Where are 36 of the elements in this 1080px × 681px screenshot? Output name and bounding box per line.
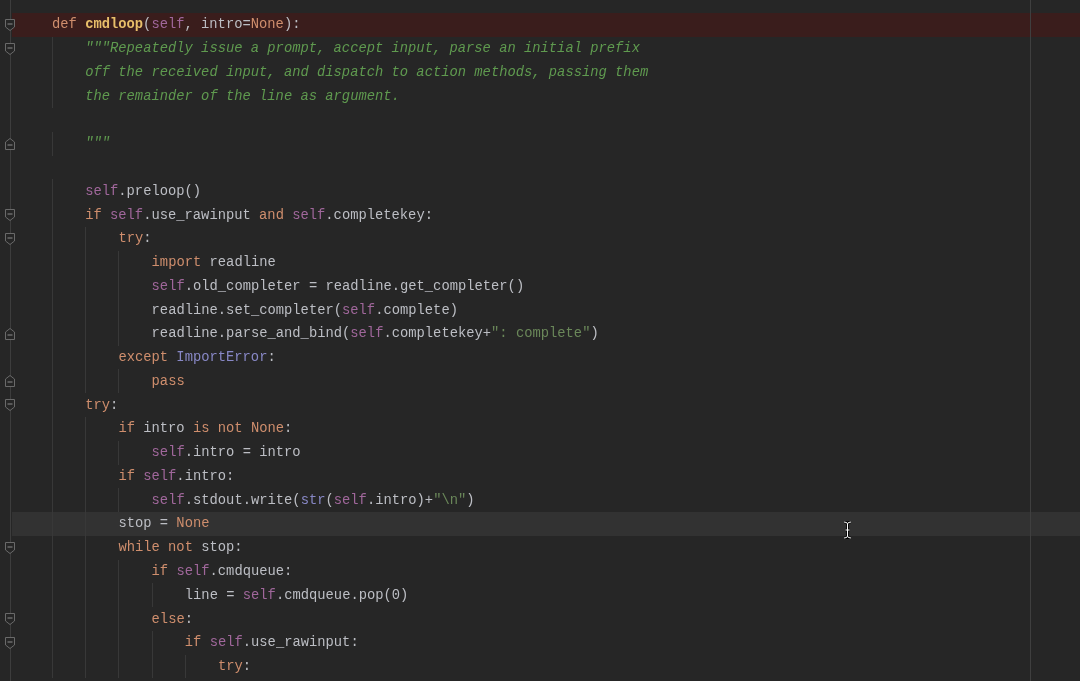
code-line: self.stdout.write(str(self.intro)+"\n") (12, 488, 1080, 513)
fold-marker-icon[interactable] (5, 327, 15, 340)
code-line: pass (12, 369, 1080, 394)
text-cursor-icon (843, 521, 852, 539)
fold-marker-icon[interactable] (5, 232, 15, 245)
code-line: if self.use_rawinput: (12, 630, 1080, 655)
fold-marker-icon[interactable] (5, 209, 15, 221)
fold-marker-icon[interactable] (5, 375, 15, 388)
code-line: try: (12, 226, 1080, 251)
fold-marker-icon[interactable] (5, 18, 15, 31)
fold-marker-icon[interactable] (5, 137, 15, 150)
fold-marker-icon[interactable] (5, 42, 15, 55)
code-line: off the received input, and dispatch to action methods, passing them (12, 60, 1080, 85)
code-line: if self.cmdqueue: (12, 559, 1080, 584)
code-line: if self.intro: (12, 464, 1080, 489)
code-line: else: (12, 607, 1080, 631)
code-line: self.preloop() (12, 179, 1080, 204)
code-line: if intro is not None: (12, 417, 1080, 441)
code-line: line = self.cmdqueue.pop(0) (12, 583, 1080, 608)
code-line: try: (12, 393, 1080, 417)
code-line: readline.set_completer(self.complete) (12, 298, 1080, 322)
code-line: try: (12, 654, 1080, 679)
fold-marker-icon[interactable] (5, 613, 15, 625)
code-line: the remainder of the line as argument. (12, 84, 1080, 109)
code-line: """Repeatedly issue a prompt, accept input, parse an initial prefix (12, 36, 1080, 61)
code-line: except ImportError: (12, 345, 1080, 370)
code-line: while not stop: (12, 535, 1080, 560)
code-line: self.intro = intro (12, 440, 1080, 465)
code-line: import readline (12, 250, 1080, 275)
code-line: self.old_completer = readline.get_completer() (12, 274, 1080, 299)
fold-marker-icon[interactable] (5, 636, 15, 649)
code-line: """ (12, 131, 1080, 156)
fold-marker-icon[interactable] (5, 541, 15, 554)
code-line: readline.parse_and_bind(self.completekey+": complete") (12, 321, 1080, 346)
fold-marker-icon[interactable] (5, 399, 15, 412)
code-line: if self.use_rawinput and self.completekey: (12, 203, 1080, 227)
